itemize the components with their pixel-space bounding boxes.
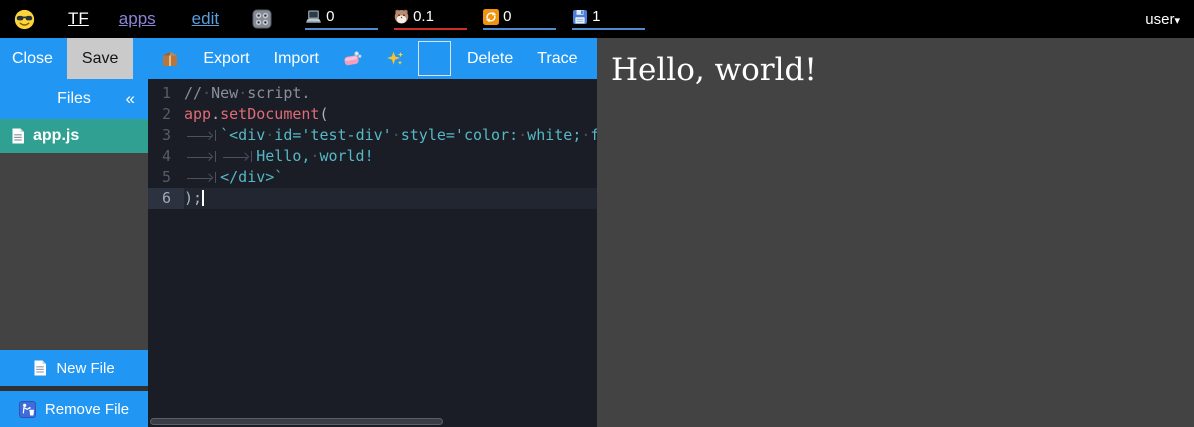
import-button[interactable]: Import: [274, 50, 319, 68]
litter-bin-icon: [19, 401, 36, 418]
remove-file-label: Remove File: [45, 401, 129, 418]
stats-bar: 0 0.1: [305, 8, 645, 30]
soap-icon[interactable]: [343, 51, 362, 67]
line-number: 4: [148, 146, 184, 167]
sparkles-icon[interactable]: [386, 50, 404, 68]
text-cursor: [202, 190, 204, 206]
files-panel-title: Files: [57, 90, 91, 108]
new-file-label: New File: [56, 360, 114, 377]
stat-value: 0: [503, 8, 511, 25]
brand-link[interactable]: TF: [68, 9, 89, 29]
emoji-input-box[interactable]: [418, 41, 451, 76]
trace-button[interactable]: Trace: [537, 50, 577, 68]
horizontal-scrollbar[interactable]: [150, 418, 443, 425]
code-line[interactable]: 4Hello,·world!: [148, 146, 597, 167]
topbar: TF apps edit 0: [0, 0, 1194, 38]
chevron-down-icon: ▾: [1174, 15, 1180, 27]
remove-file-button[interactable]: Remove File: [0, 391, 148, 427]
stat-cpu: 0: [305, 8, 378, 30]
nav-edit-link[interactable]: edit: [192, 9, 219, 29]
files-panel: Files « app.js: [0, 79, 148, 427]
file-name: app.js: [33, 127, 79, 145]
new-file-icon: [33, 360, 47, 376]
line-number: 6: [148, 188, 184, 209]
dice-icon[interactable]: [252, 9, 272, 29]
collapse-panel-button[interactable]: «: [126, 89, 135, 109]
main-area: Close Save Export Import: [0, 38, 1194, 427]
code-text: app.setDocument(: [184, 104, 597, 125]
delete-button[interactable]: Delete: [467, 50, 513, 68]
line-number: 5: [148, 167, 184, 188]
package-icon[interactable]: [161, 50, 179, 68]
stat-value: 1: [592, 8, 600, 25]
code-line[interactable]: 5</div>`: [148, 167, 597, 188]
code-area: 1//·New·script.2app.setDocument(3`<div·i…: [148, 83, 597, 209]
code-editor[interactable]: 1//·New·script.2app.setDocument(3`<div·i…: [148, 79, 597, 427]
code-line[interactable]: 1//·New·script.: [148, 83, 597, 104]
code-text: //·New·script.: [184, 83, 597, 104]
refresh-icon: [483, 9, 499, 25]
document-icon: [11, 128, 25, 144]
nav-apps-link[interactable]: apps: [119, 9, 156, 29]
close-button[interactable]: Close: [12, 50, 53, 68]
stat-memory: 0.1: [394, 8, 467, 30]
code-line[interactable]: 3`<div·id='test-div'·style='color:·white…: [148, 125, 597, 146]
user-menu-button[interactable]: user▾: [1145, 11, 1180, 28]
code-text: `<div·id='test-div'·style='color:·white;…: [184, 125, 597, 146]
code-text: );: [184, 188, 597, 209]
export-button[interactable]: Export: [203, 50, 249, 68]
line-number: 3: [148, 125, 184, 146]
new-file-button[interactable]: New File: [0, 350, 148, 386]
code-line[interactable]: 2app.setDocument(: [148, 104, 597, 125]
preview-text: Hello, world!: [611, 52, 1194, 88]
stat-value: 0: [326, 8, 334, 25]
code-line[interactable]: 6);: [148, 188, 597, 209]
sunglasses-face-icon[interactable]: [14, 9, 35, 30]
save-button[interactable]: Save: [67, 38, 133, 79]
hamster-icon: [394, 9, 409, 24]
code-text: </div>`: [184, 167, 597, 188]
editor-toolbar: Close Save Export Import: [0, 38, 597, 79]
stat-value: 0.1: [413, 8, 434, 25]
files-panel-header: Files «: [0, 79, 148, 119]
floppy-icon: [572, 9, 588, 25]
preview-pane: Hello, world!: [597, 38, 1194, 427]
line-number: 1: [148, 83, 184, 104]
stat-saves: 1: [572, 8, 645, 30]
workspace: Close Save Export Import: [0, 38, 597, 427]
stat-refresh: 0: [483, 8, 556, 30]
line-number: 2: [148, 104, 184, 125]
user-menu-label: user: [1145, 11, 1174, 28]
laptop-icon: [305, 9, 322, 24]
file-item-appjs[interactable]: app.js: [0, 119, 148, 153]
files-panel-spacer: [0, 153, 148, 350]
code-text: Hello,·world!: [184, 146, 597, 167]
